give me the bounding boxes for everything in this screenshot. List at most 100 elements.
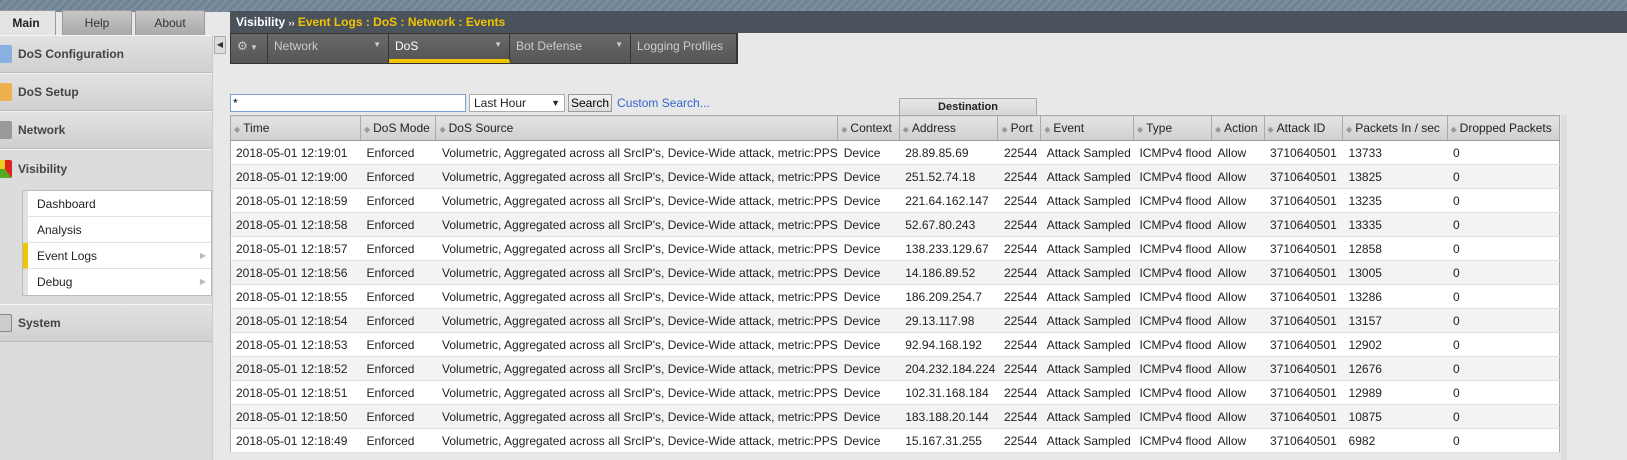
table-cell: Volumetric, Aggregated across all SrcIP'… xyxy=(435,428,838,453)
nav-network[interactable]: Network ▼ xyxy=(268,34,389,63)
nav-label: Logging Profiles xyxy=(637,39,724,53)
column-header-address[interactable]: ◆ Address xyxy=(899,115,999,141)
table-cell: 0 xyxy=(1447,332,1560,357)
column-header-attack-id[interactable]: ◆ Attack ID xyxy=(1264,115,1344,141)
table-row[interactable]: 2018-05-01 12:18:55 Enforced Volumetric, A… xyxy=(230,284,1560,309)
table-cell: 22544 xyxy=(997,212,1041,237)
table-cell: Allow xyxy=(1211,188,1265,213)
table-row[interactable]: 2018-05-01 12:18:53 Enforced Volumetric, A… xyxy=(230,332,1560,357)
table-cell: ICMPv4 flood xyxy=(1133,380,1212,405)
table-cell: 12989 xyxy=(1342,380,1448,405)
table-cell: Enforced xyxy=(360,332,436,357)
table-row[interactable]: 2018-05-01 12:19:00 Enforced Volumetric, A… xyxy=(230,164,1560,189)
column-header-port[interactable]: ◆ Port xyxy=(997,115,1042,141)
submenu-debug[interactable]: Debug ▶ xyxy=(23,269,211,295)
table-cell: 186.209.254.7 xyxy=(899,284,998,309)
nav-dos[interactable]: DoS ▼ xyxy=(389,34,510,63)
column-header-context[interactable]: ◆ Context xyxy=(837,115,900,141)
table-cell: Attack Sampled xyxy=(1040,284,1134,309)
table-row[interactable]: 2018-05-01 12:18:49 Enforced Volumetric, A… xyxy=(230,428,1560,453)
time-range-select[interactable]: Last Hour ▼ xyxy=(469,94,565,112)
table-cell: Volumetric, Aggregated across all SrcIP'… xyxy=(435,260,838,285)
nav-bot-defense[interactable]: Bot Defense ▼ xyxy=(510,34,631,63)
sort-icon: ◆ xyxy=(902,125,909,134)
column-header-event[interactable]: ◆ Event xyxy=(1040,115,1134,141)
chevron-right-icon: ▶ xyxy=(199,251,206,260)
table-cell: 22544 xyxy=(997,260,1041,285)
table-cell: 13005 xyxy=(1342,260,1448,285)
table-cell: Device xyxy=(837,164,900,189)
table-cell: 3710640501 xyxy=(1264,332,1343,357)
table-row[interactable]: 2018-05-01 12:18:52 Enforced Volumetric, A… xyxy=(230,356,1560,381)
table-row[interactable]: 2018-05-01 12:18:57 Enforced Volumetric, A… xyxy=(230,236,1560,261)
table-row[interactable]: 2018-05-01 12:18:51 Enforced Volumetric, A… xyxy=(230,380,1560,405)
column-header-packets-in-sec[interactable]: ◆ Packets In / sec xyxy=(1342,115,1448,141)
column-header-dropped-packets[interactable]: ◆ Dropped Packets xyxy=(1447,115,1561,141)
custom-search-link[interactable]: Custom Search... xyxy=(617,96,710,110)
table-row[interactable]: 2018-05-01 12:18:58 Enforced Volumetric, A… xyxy=(230,212,1560,237)
table-row[interactable]: 2018-05-01 12:19:01 Enforced Volumetric, A… xyxy=(230,140,1560,165)
table-cell: 92.94.168.192 xyxy=(899,332,998,357)
sidebar-network[interactable]: Network xyxy=(0,111,212,149)
table-cell: 3710640501 xyxy=(1264,404,1343,429)
settings-menu[interactable]: ⚙ ▼ xyxy=(231,34,268,63)
search-button[interactable]: Search xyxy=(568,94,613,112)
table-cell: Enforced xyxy=(360,188,436,213)
table-cell: 2018-05-01 12:18:54 xyxy=(230,308,361,333)
column-header-dos-source[interactable]: ◆ DoS Source xyxy=(435,115,839,141)
sort-icon: ◆ xyxy=(841,125,848,134)
search-input[interactable] xyxy=(230,94,466,112)
tab-help[interactable]: Help xyxy=(62,10,132,35)
column-header-type[interactable]: ◆ Type xyxy=(1133,115,1213,141)
table-cell: 3710640501 xyxy=(1264,308,1343,333)
table-cell: ICMPv4 flood xyxy=(1133,332,1212,357)
nav-logging-profiles[interactable]: Logging Profiles xyxy=(631,34,737,63)
table-cell: 0 xyxy=(1447,260,1560,285)
column-label: DoS Source xyxy=(448,121,514,135)
dropdown-arrow-icon: ▼ xyxy=(551,98,560,108)
submenu-analysis[interactable]: Analysis xyxy=(23,217,211,243)
table-cell: 22544 xyxy=(997,428,1041,453)
column-header-dos-mode[interactable]: ◆ DoS Mode xyxy=(360,115,437,141)
vertical-scrollbar[interactable] xyxy=(1561,115,1567,460)
table-cell: Allow xyxy=(1211,140,1265,165)
table-cell: 3710640501 xyxy=(1264,212,1343,237)
table-row[interactable]: 2018-05-01 12:18:54 Enforced Volumetric, A… xyxy=(230,308,1560,333)
table-row[interactable]: 2018-05-01 12:18:56 Enforced Volumetric, A… xyxy=(230,260,1560,285)
chevron-right-icon: ▶ xyxy=(199,277,206,286)
submenu-label: Dashboard xyxy=(37,197,96,211)
collapse-sidebar-button[interactable]: ◀ xyxy=(214,36,226,54)
table-cell: Volumetric, Aggregated across all SrcIP'… xyxy=(435,356,838,381)
shield-icon xyxy=(0,45,12,63)
table-cell: 3710640501 xyxy=(1264,284,1343,309)
sort-icon: ◆ xyxy=(1450,125,1457,134)
sidebar-dos-configuration[interactable]: DoS Configuration xyxy=(0,35,212,73)
column-label: Dropped Packets xyxy=(1459,121,1552,135)
tab-main[interactable]: Main xyxy=(0,10,56,35)
sidebar-visibility[interactable]: Visibility xyxy=(0,149,212,187)
table-row[interactable]: 2018-05-01 12:18:59 Enforced Volumetric, A… xyxy=(230,188,1560,213)
table-cell: 2018-05-01 12:19:00 xyxy=(230,164,361,189)
table-cell: 14.186.89.52 xyxy=(899,260,998,285)
table-cell: 2018-05-01 12:18:56 xyxy=(230,260,361,285)
column-header-action[interactable]: ◆ Action xyxy=(1211,115,1265,141)
table-cell: 29.13.117.98 xyxy=(899,308,998,333)
column-header-time[interactable]: ◆ Time xyxy=(230,115,361,141)
sidebar-system[interactable]: System xyxy=(0,304,212,342)
table-cell: 2018-05-01 12:18:49 xyxy=(230,428,361,453)
table-cell: ICMPv4 flood xyxy=(1133,188,1212,213)
table-cell: Attack Sampled xyxy=(1040,236,1134,261)
submenu-event-logs[interactable]: Event Logs ▶ xyxy=(23,243,211,269)
sidebar-dos-setup[interactable]: DoS Setup xyxy=(0,73,212,111)
tab-about[interactable]: About xyxy=(135,10,205,35)
breadcrumb-path: Event Logs : DoS : Network : Events xyxy=(297,15,506,29)
column-label: Type xyxy=(1146,121,1173,135)
breadcrumb-root[interactable]: Visibility xyxy=(236,15,285,29)
table-cell: Allow xyxy=(1211,284,1265,309)
table-cell: 13733 xyxy=(1342,140,1448,165)
table-cell: ICMPv4 flood xyxy=(1133,356,1212,381)
table-row[interactable]: 2018-05-01 12:18:50 Enforced Volumetric, A… xyxy=(230,404,1560,429)
submenu-dashboard[interactable]: Dashboard xyxy=(23,191,211,217)
table-cell: Volumetric, Aggregated across all SrcIP'… xyxy=(435,284,838,309)
submenu-label: Event Logs xyxy=(37,249,98,263)
